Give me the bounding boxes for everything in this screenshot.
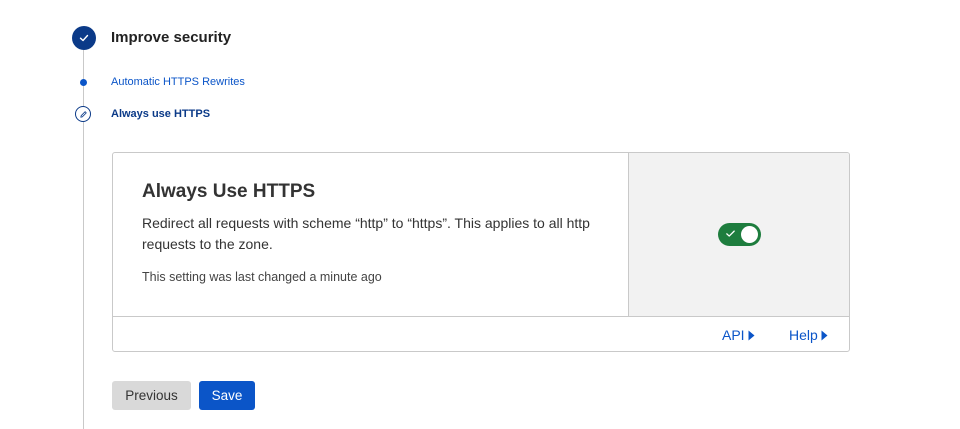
caret-right-icon: [821, 330, 828, 340]
setting-card: Always Use HTTPS Redirect all requests w…: [112, 152, 850, 352]
api-link-label: API: [722, 327, 745, 343]
substep-current-marker: [75, 106, 91, 122]
step-complete-icon: [72, 26, 96, 50]
step-title: Improve security: [111, 29, 232, 46]
caret-right-icon: [748, 330, 755, 340]
api-link[interactable]: API: [722, 327, 755, 343]
substep-current-label: Always use HTTPS: [111, 108, 211, 120]
previous-button[interactable]: Previous: [112, 381, 191, 410]
setting-description: Redirect all requests with scheme “http”…: [142, 215, 590, 252]
substep-link-https-rewrites[interactable]: Automatic HTTPS Rewrites: [111, 76, 245, 88]
setting-last-changed: This setting was last changed a minute a…: [142, 270, 382, 284]
check-icon: [79, 34, 89, 42]
setting-card-footer: API Help: [113, 316, 849, 351]
substep-dot-icon: [80, 79, 87, 86]
setting-title: Always Use HTTPS: [142, 181, 316, 202]
setting-card-body: Always Use HTTPS Redirect all requests w…: [113, 153, 629, 316]
check-icon: [726, 230, 735, 237]
setting-control-panel: [629, 153, 849, 316]
save-button[interactable]: Save: [199, 381, 255, 410]
toggle-knob: [741, 226, 758, 243]
help-link[interactable]: Help: [789, 327, 828, 343]
help-link-label: Help: [789, 327, 818, 343]
pencil-icon: [79, 110, 87, 118]
always-use-https-toggle[interactable]: [718, 223, 761, 246]
